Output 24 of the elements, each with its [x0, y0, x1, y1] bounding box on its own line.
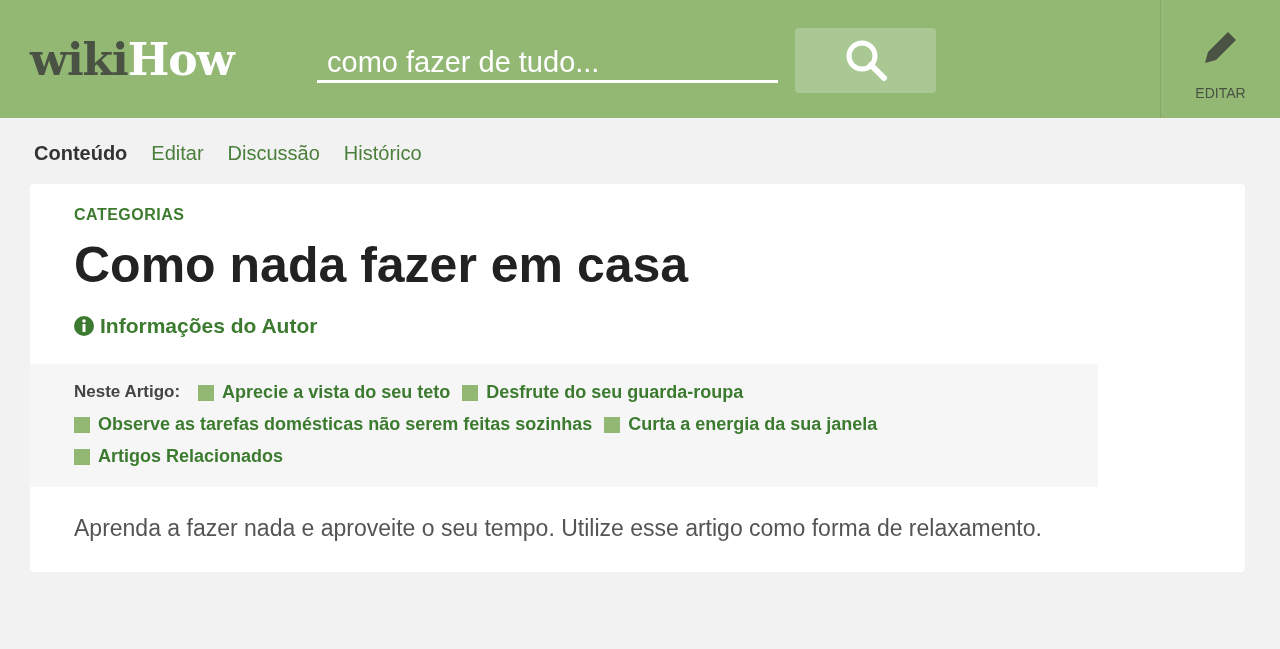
- toc-link[interactable]: Curta a energia da sua janela: [604, 414, 878, 435]
- tab[interactable]: Conteúdo: [34, 142, 128, 162]
- article-title: Como nada fazer em casa: [74, 236, 690, 294]
- tab[interactable]: Histórico: [343, 142, 422, 162]
- toc-link[interactable]: Desfrute do seu guarda-roupa: [462, 382, 744, 403]
- tab[interactable]: Discussão: [227, 142, 320, 162]
- breadcrumb-link[interactable]: CATEGORIAS: [74, 206, 1245, 224]
- toc-link[interactable]: Aprecie a vista do seu teto: [198, 382, 451, 403]
- toc-link[interactable]: Observe as tarefas domésticas não serem feitas sozinhas: [74, 414, 593, 435]
- toc-link[interactable]: Artigos Relacionados: [74, 446, 284, 467]
- square-icon: [462, 384, 479, 401]
- toc-label: Neste Artigo:: [74, 382, 181, 403]
- author-info-link[interactable]: Informações do Autor: [74, 314, 318, 338]
- square-icon: [74, 448, 90, 465]
- square-icon: [198, 384, 215, 401]
- square-icon: [74, 416, 90, 433]
- edit-button[interactable]: EDITAR: [1160, 0, 1280, 118]
- intro-paragraph: Aprenda a fazer nada e aproveite o seu tempo. Utilize esse artigo como forma de relaxamento.: [74, 515, 1043, 542]
- info-icon: [74, 316, 94, 336]
- search-field[interactable]: como fazer de tudo...: [317, 35, 778, 83]
- tab[interactable]: Editar: [151, 142, 204, 162]
- square-icon: [604, 416, 621, 433]
- search-button[interactable]: [795, 27, 936, 93]
- logo[interactable]: wikiHow: [30, 33, 300, 85]
